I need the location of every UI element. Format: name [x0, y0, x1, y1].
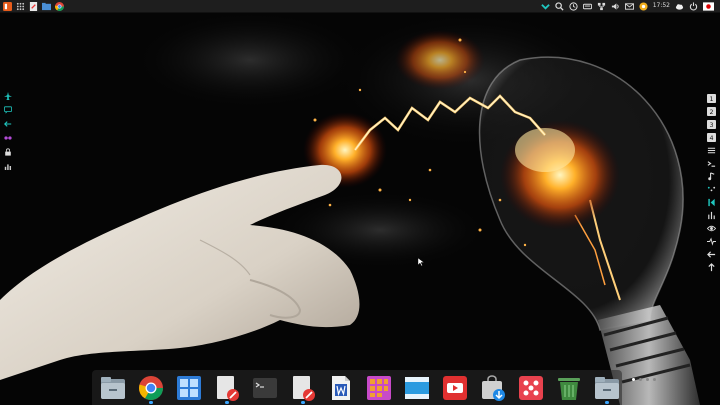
workspace-4-label: 4 [709, 135, 713, 142]
youtube-icon[interactable] [442, 375, 468, 401]
network-icon[interactable] [597, 2, 606, 11]
terminal-icon[interactable] [707, 159, 716, 168]
dock-page-dot[interactable] [632, 378, 635, 381]
arrow-left-icon[interactable] [706, 250, 716, 259]
top-panel: 17:52 [0, 0, 720, 13]
volume-icon[interactable] [611, 2, 620, 11]
running-indicator [301, 401, 305, 404]
workspace-1-label: 1 [709, 96, 713, 103]
dots-icon[interactable] [707, 185, 716, 194]
app-store-icon[interactable] [480, 375, 506, 401]
lock-icon[interactable] [4, 148, 12, 156]
window-app-icon[interactable] [404, 375, 430, 401]
weather-cloud-icon[interactable] [675, 2, 684, 11]
launcher-icon[interactable] [3, 1, 12, 11]
search-icon[interactable] [555, 1, 564, 11]
right-widget-panel: 1 2 3 4 [704, 94, 718, 272]
running-indicator [149, 401, 153, 404]
redhat-app-icon[interactable] [518, 375, 544, 401]
workspace-2-label: 2 [709, 109, 713, 116]
dock-page-dot[interactable] [646, 378, 649, 381]
chrome-taskbar-icon[interactable] [55, 1, 64, 11]
menu-icon[interactable] [707, 146, 716, 155]
folder-taskbar-icon[interactable] [42, 2, 51, 11]
workspace-2-icon[interactable]: 2 [706, 107, 716, 116]
mosaic-app-icon[interactable] [366, 375, 392, 401]
workspace-4-icon[interactable]: 4 [706, 133, 716, 142]
dock-page-dot[interactable] [653, 378, 656, 381]
chat-icon[interactable] [4, 106, 12, 114]
terminal-icon[interactable] [252, 375, 278, 401]
desktop-wallpaper [0, 0, 720, 405]
document-editor-icon[interactable] [290, 375, 316, 401]
notification-badge-icon[interactable] [639, 1, 648, 11]
running-indicator [225, 401, 229, 404]
dock-page-indicator[interactable] [632, 378, 656, 381]
arrow-left-icon[interactable] [4, 120, 12, 128]
pulse-icon[interactable] [706, 237, 716, 246]
file-manager-2-icon[interactable] [594, 375, 620, 401]
app-grid-icon[interactable] [16, 2, 25, 11]
left-shortcut-panel [3, 92, 13, 170]
history-icon[interactable] [569, 1, 578, 11]
workspace-3-label: 3 [709, 122, 713, 129]
power-icon[interactable] [689, 1, 698, 11]
skip-back-icon[interactable] [707, 198, 716, 207]
clock[interactable]: 17:52 [653, 0, 670, 12]
workspace-3-icon[interactable]: 3 [706, 120, 716, 129]
file-manager-icon[interactable] [100, 375, 126, 401]
dock [92, 370, 622, 405]
running-indicator [605, 401, 609, 404]
eye-icon[interactable] [706, 224, 716, 233]
trash-icon[interactable] [556, 375, 582, 401]
text-editor-icon[interactable] [214, 375, 240, 401]
chevron-down-icon[interactable] [540, 2, 550, 11]
equalizer-icon[interactable] [707, 211, 716, 220]
airplane-icon[interactable] [4, 92, 12, 100]
workspace-1-icon[interactable]: 1 [706, 94, 716, 103]
writer-icon[interactable] [328, 375, 354, 401]
music-icon[interactable] [707, 172, 716, 181]
glasses-icon[interactable] [4, 134, 12, 142]
keyboard-icon[interactable] [582, 2, 592, 11]
text-editor-taskbar-icon[interactable] [29, 1, 38, 11]
flag-japan-icon[interactable] [703, 1, 714, 11]
dock-page-dot[interactable] [639, 378, 642, 381]
app-grid-icon[interactable] [176, 375, 202, 401]
mouse-cursor-icon [418, 258, 424, 266]
chrome-icon[interactable] [138, 375, 164, 401]
bar-chart-icon[interactable] [4, 162, 12, 170]
mail-icon[interactable] [624, 2, 634, 11]
arrow-up-icon[interactable] [707, 263, 716, 272]
